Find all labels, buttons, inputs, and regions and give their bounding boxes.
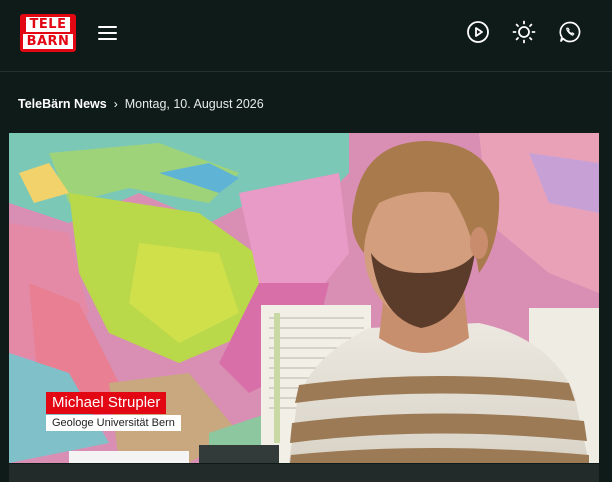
sun-icon[interactable] [512, 20, 536, 44]
video-player[interactable]: Michael Strupler Geologe Universität Ber… [9, 133, 599, 463]
breadcrumb-date: Montag, 10. August 2026 [124, 97, 264, 111]
content-card-edge [9, 464, 599, 482]
telebaern-logo[interactable]: TELE BÄRN [20, 14, 76, 52]
lower-third-caption: Michael Strupler Geologe Universität Ber… [46, 392, 181, 431]
logo-text-tele: TELE [25, 17, 71, 32]
chevron-right-icon: › [113, 97, 118, 111]
breadcrumb-home-link[interactable]: TeleBärn News [18, 97, 107, 111]
top-navigation-bar: TELE BÄRN [0, 0, 612, 72]
logo-text-baern: BÄRN [22, 34, 74, 49]
whatsapp-icon[interactable] [558, 20, 582, 44]
lower-third-role: Geologe Universität Bern [46, 415, 181, 431]
breadcrumb: TeleBärn News › Montag, 10. August 2026 [18, 96, 264, 112]
lower-third-name: Michael Strupler [46, 392, 167, 414]
hamburger-menu-icon[interactable] [98, 24, 118, 42]
play-circle-icon[interactable] [466, 20, 490, 44]
